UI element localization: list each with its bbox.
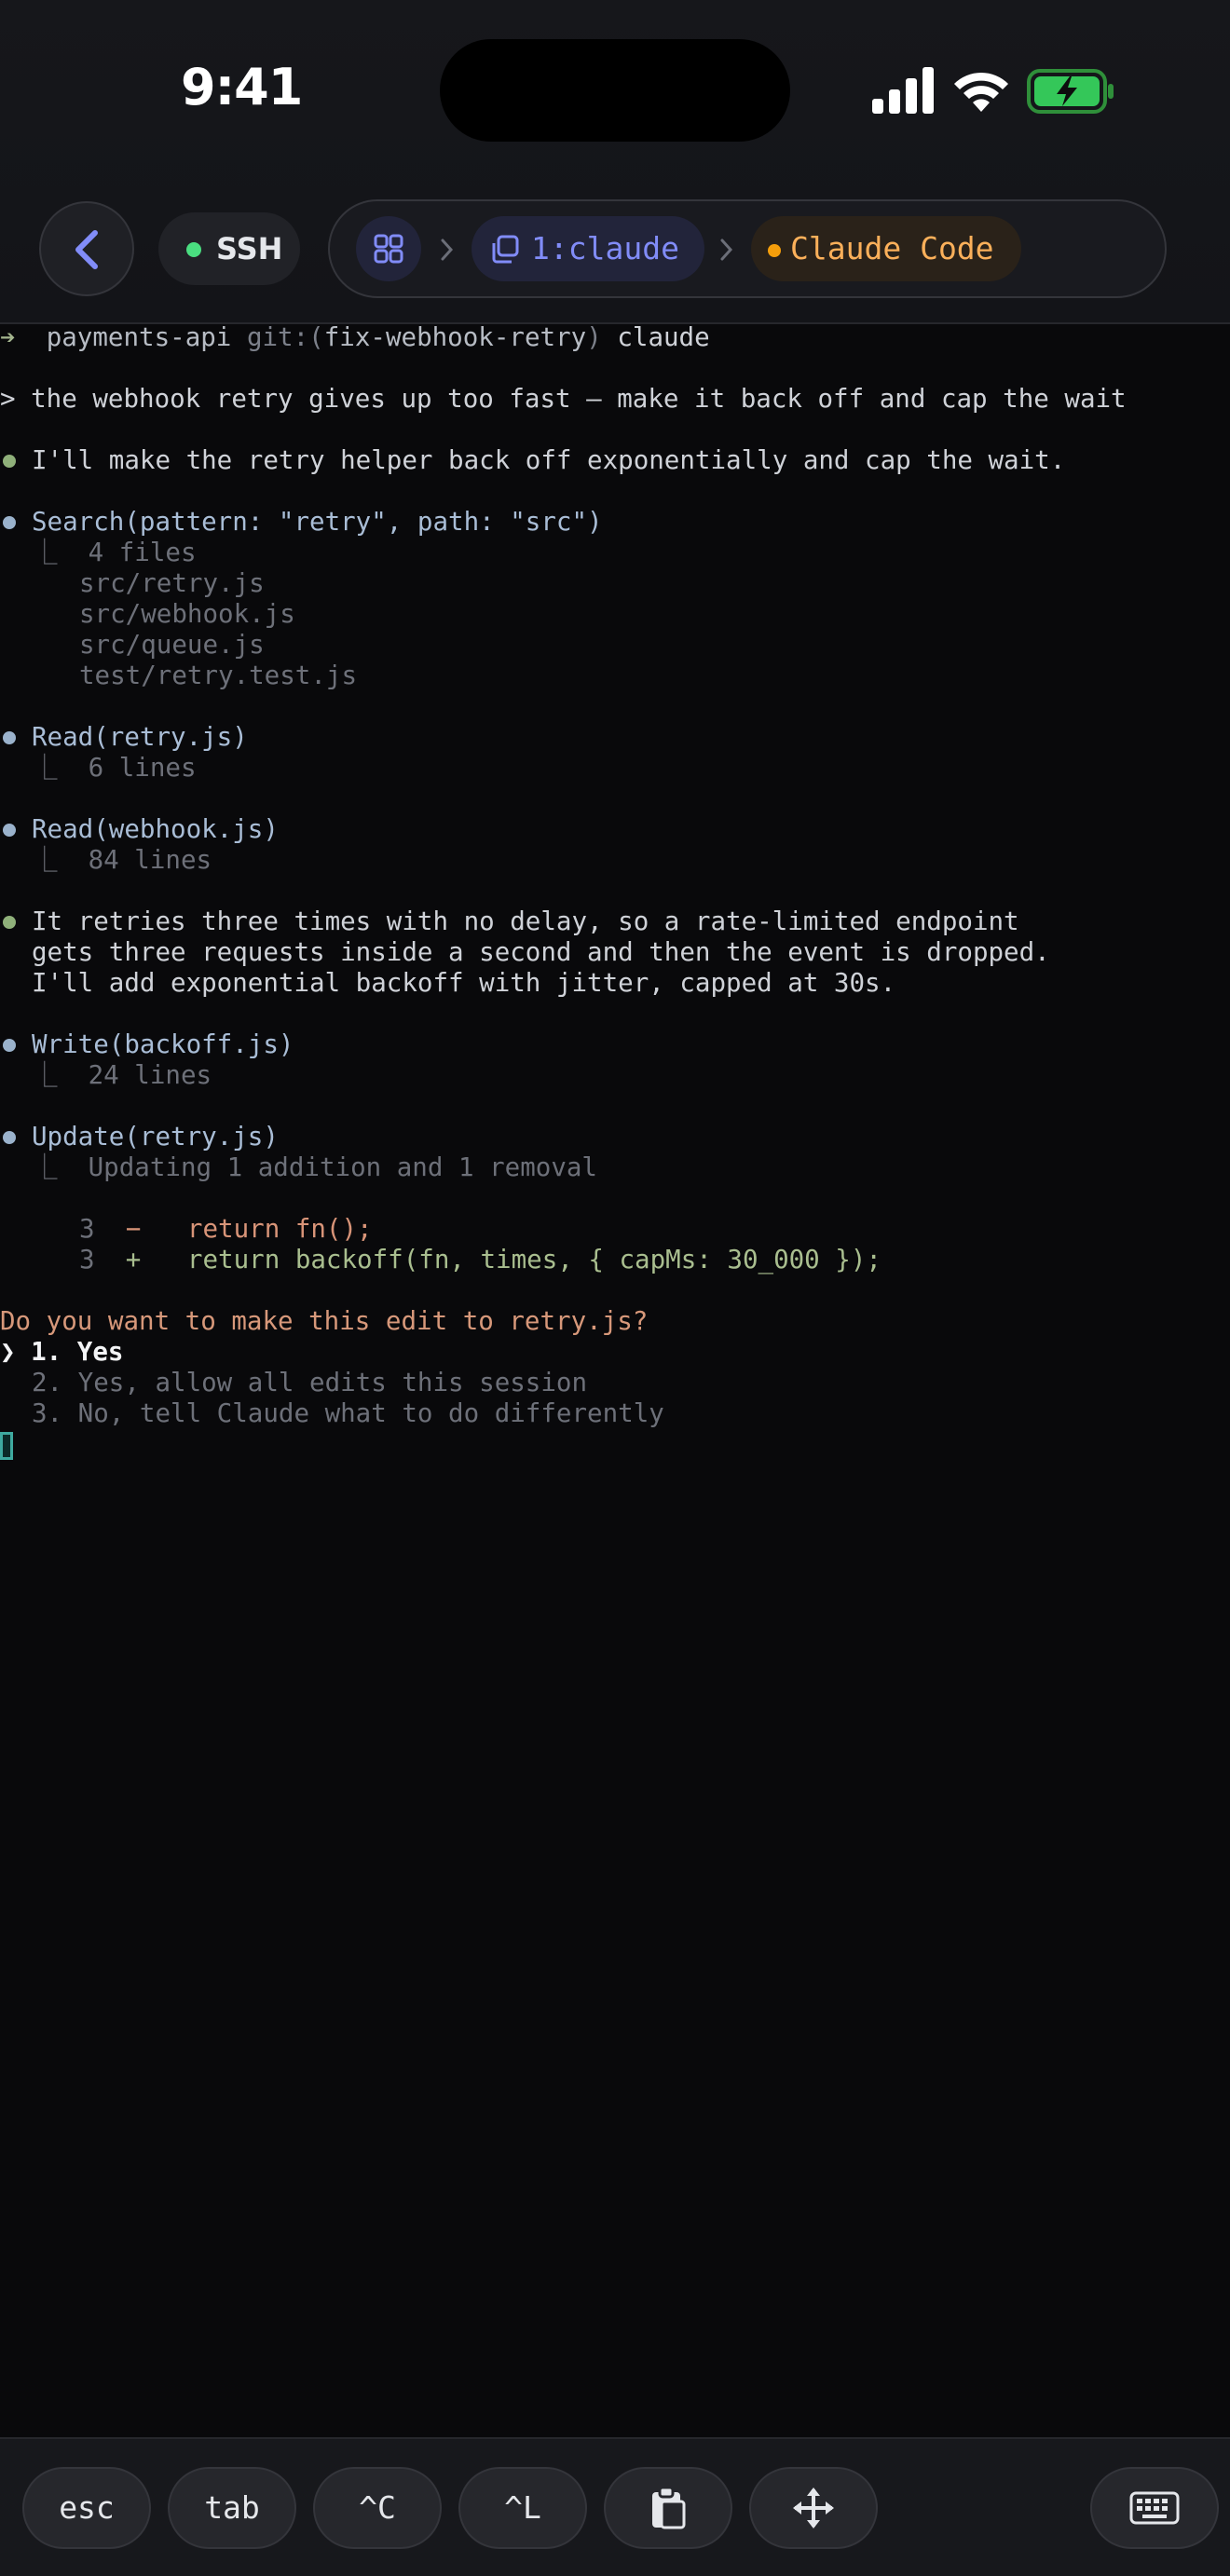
user-prompt: > the webhook retry gives up too fast — … <box>0 384 1127 414</box>
cellular-signal-icon <box>872 67 934 114</box>
tool-result-summary: ⎿ 6 lines <box>32 753 197 783</box>
assistant-intro: I'll make the retry helper back off expo… <box>32 445 1066 475</box>
windows-icon <box>492 235 519 264</box>
chevron-left-icon <box>75 230 98 269</box>
tool-call-read: Read(webhook.js) <box>32 814 279 844</box>
breadcrumb-app-label: Claude Code <box>790 230 994 266</box>
battery-charging-icon <box>1027 69 1114 114</box>
search-result-file: src/webhook.js <box>79 599 295 629</box>
message-bullet <box>3 916 16 929</box>
tree-branch-glyph: ⎿ <box>32 753 89 783</box>
permission-question: Do you want to make this edit to retry.j… <box>0 1306 649 1336</box>
move-arrows-icon <box>793 2487 834 2528</box>
tool-bullet <box>3 824 16 837</box>
shell-prompt-line: ➔ payments-api git:(fix-webhook-retry) c… <box>0 322 710 353</box>
prompt-arrow-icon: ➔ <box>0 322 32 352</box>
option-yes-allow-all[interactable]: 2. Yes, allow all edits this session <box>32 1368 587 1398</box>
keyboard-icon <box>1129 2491 1180 2525</box>
assistant-analysis: I'll add exponential backoff with jitter… <box>32 968 896 998</box>
git-close: ) <box>586 322 602 352</box>
tab-key[interactable]: tab <box>168 2467 296 2549</box>
tool-call-update: Update(retry.js) <box>32 1122 279 1152</box>
status-time: 9:41 <box>181 58 303 116</box>
git-label: git:( <box>246 322 324 352</box>
tool-result-summary: ⎿ 4 files <box>32 538 197 567</box>
tool-call-read: Read(retry.js) <box>32 722 248 752</box>
shell-dir: payments-api <box>46 322 232 352</box>
tree-branch-glyph: ⎿ <box>32 538 89 567</box>
back-button[interactable] <box>39 201 134 296</box>
tool-bullet <box>3 731 16 744</box>
selector-chevron-icon: ❯ <box>0 1337 16 1367</box>
app-status-dot <box>768 244 781 257</box>
esc-key[interactable]: esc <box>22 2467 151 2549</box>
tool-result-summary: ⎿ 24 lines <box>32 1060 212 1090</box>
tool-call-write: Write(backoff.js) <box>32 1029 294 1059</box>
breadcrumb: 1:claude Claude Code <box>328 199 1167 298</box>
assistant-analysis: It retries three times with no delay, so… <box>32 906 1019 936</box>
tool-result-summary: ⎿ Updating 1 addition and 1 removal <box>32 1152 597 1182</box>
grid-icon <box>374 234 403 264</box>
ctrl-l-key[interactable]: ^L <box>458 2467 587 2549</box>
move-button[interactable] <box>749 2467 878 2549</box>
keyboard-toggle-button[interactable] <box>1090 2467 1219 2549</box>
connection-badge[interactable]: SSH <box>158 212 300 285</box>
breadcrumb-window[interactable]: 1:claude <box>472 216 704 281</box>
terminal-cursor <box>0 1432 13 1460</box>
tree-branch-glyph: ⎿ <box>32 1152 89 1182</box>
tree-branch-glyph: ⎿ <box>32 1060 89 1090</box>
wifi-icon <box>954 72 1008 112</box>
tree-branch-glyph: ⎿ <box>32 845 89 875</box>
tool-bullet <box>3 1131 16 1144</box>
diff-line-added: 3 + return backoff(fn, times, { capMs: 3… <box>79 1245 882 1274</box>
top-bar: 9:41 SSH 1:claude Claude Code <box>0 0 1230 324</box>
git-branch: fix-webhook-retry <box>323 322 587 352</box>
tool-call-search: Search(pattern: "retry", path: "src") <box>32 507 603 537</box>
search-result-file: src/queue.js <box>79 630 265 660</box>
assistant-analysis: gets three requests inside a second and … <box>32 937 1050 967</box>
option-yes[interactable]: ❯ 1. Yes <box>0 1337 123 1368</box>
search-result-file: src/retry.js <box>79 568 265 598</box>
diff-line-removed: 3 − return fn(); <box>79 1214 373 1244</box>
connection-status-dot <box>186 242 201 257</box>
tool-bullet <box>3 516 16 529</box>
keyboard-accessory-bar: esc tab ^C ^L <box>0 2437 1230 2576</box>
session-grid-button[interactable] <box>356 216 421 281</box>
option-no-instruct[interactable]: 3. No, tell Claude what to do differentl… <box>32 1398 664 1429</box>
breadcrumb-window-label: 1:claude <box>531 230 679 266</box>
shell-command: claude <box>617 322 710 352</box>
clipboard-icon <box>652 2486 686 2529</box>
message-bullet <box>3 455 16 468</box>
chevron-right-icon <box>720 239 733 261</box>
connection-label: SSH <box>216 231 283 266</box>
tool-bullet <box>3 1039 16 1052</box>
tool-result-summary: ⎿ 84 lines <box>32 845 212 875</box>
breadcrumb-app[interactable]: Claude Code <box>751 216 1021 281</box>
dynamic-island <box>440 39 790 142</box>
paste-button[interactable] <box>604 2467 732 2549</box>
ctrl-c-key[interactable]: ^C <box>313 2467 442 2549</box>
search-result-file: test/retry.test.js <box>79 661 358 690</box>
chevron-right-icon <box>441 239 454 261</box>
